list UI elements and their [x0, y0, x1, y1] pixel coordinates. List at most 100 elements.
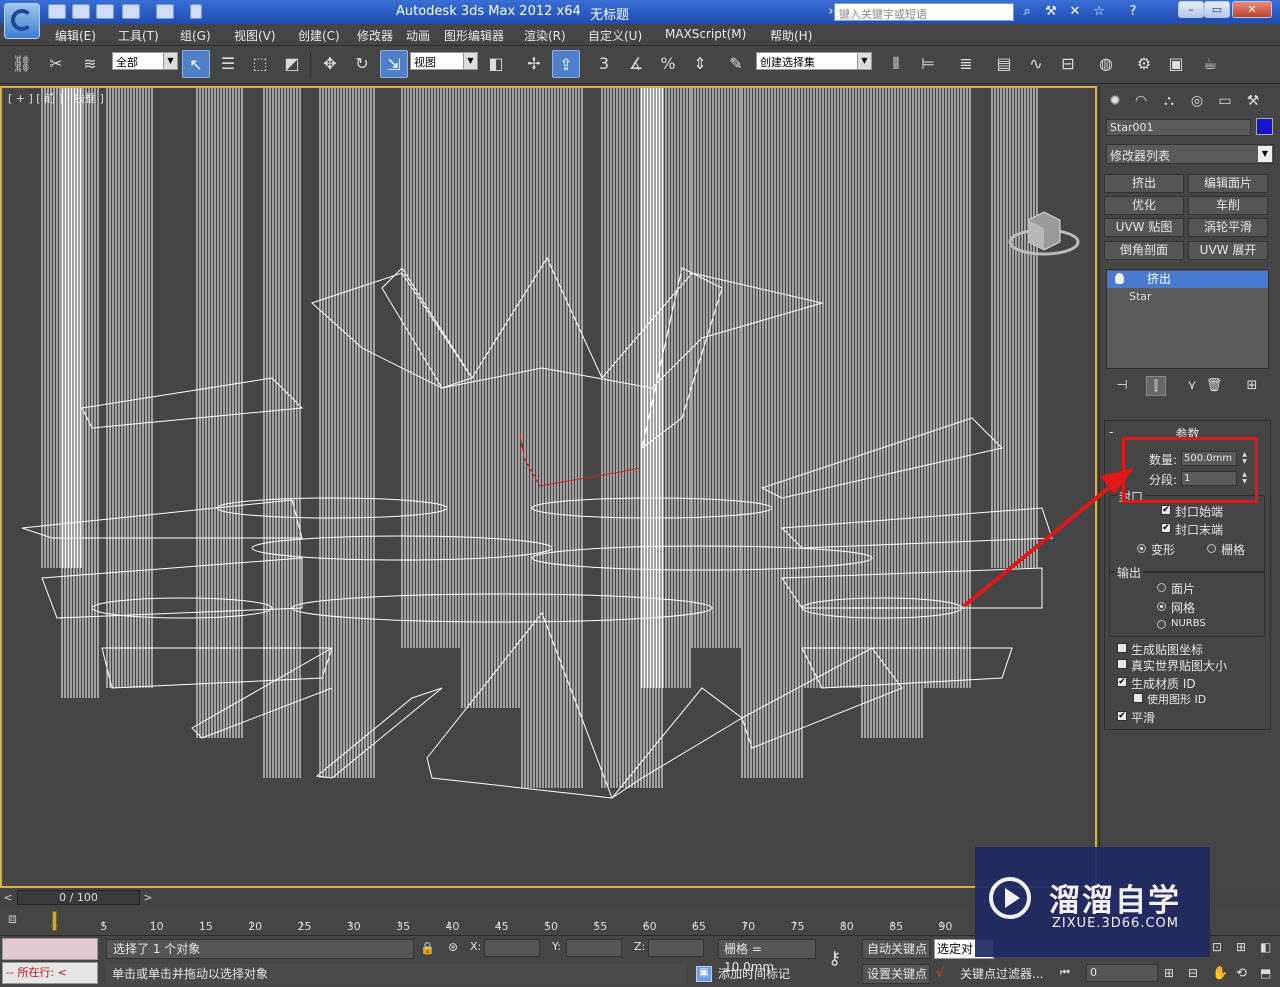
maximize-button[interactable]: ▭	[1204, 1, 1230, 18]
rotate-icon[interactable]: ↻	[348, 50, 376, 78]
object-name-field[interactable]: Star001	[1106, 119, 1251, 136]
modifier-button-extrude[interactable]: 挤出	[1104, 174, 1184, 193]
show-end-result-icon[interactable]: ⫿	[1146, 376, 1166, 396]
window-crossing-icon[interactable]: ◩	[278, 50, 306, 78]
absolute-mode-icon[interactable]: ⊛	[448, 940, 464, 956]
slider-prev-arrow-icon[interactable]: <	[0, 889, 16, 906]
minimize-button[interactable]: –	[1178, 1, 1204, 18]
communication-icon[interactable]: ✕	[1066, 4, 1084, 20]
current-frame-marker[interactable]	[52, 911, 57, 931]
set-key-button[interactable]: 设置关键点	[862, 964, 930, 984]
layer-manager-icon[interactable]: ≣	[952, 50, 980, 78]
selection-filter-dropdown[interactable]: 全部 ▼	[112, 52, 178, 70]
remove-modifier-icon[interactable]: 🗑	[1204, 376, 1224, 396]
modifier-list-dropdown[interactable]: 修改器列表 ▼	[1106, 144, 1274, 164]
pin-stack-icon[interactable]: ⊣	[1112, 376, 1132, 396]
current-frame-field[interactable]: 0	[1086, 964, 1158, 982]
menu-group[interactable]: 组(G)	[180, 27, 211, 44]
menu-tools[interactable]: 工具(T)	[118, 27, 159, 44]
select-manipulate-icon[interactable]: ✢	[520, 50, 548, 78]
modifier-button-optimize[interactable]: 优化	[1104, 196, 1184, 215]
configure-sets-icon[interactable]: ⊞	[1242, 376, 1262, 396]
frame-ruler[interactable]: 051015202530354045505560657075808590	[48, 907, 978, 935]
menu-views[interactable]: 视图(V)	[234, 27, 276, 44]
rendered-frame-icon[interactable]: ▣	[1162, 50, 1190, 78]
unlink-icon[interactable]: ✂	[42, 50, 70, 78]
modifier-button-lathe[interactable]: 车削	[1188, 196, 1268, 215]
new-file-icon[interactable]	[48, 4, 66, 19]
app-logo-icon[interactable]	[4, 3, 40, 39]
menu-graph-editors[interactable]: 图形编辑器	[444, 27, 504, 44]
time-config-icon[interactable]: ⊞	[1164, 966, 1180, 982]
x-coordinate-field[interactable]	[484, 939, 540, 957]
grid-radio[interactable]	[1207, 544, 1216, 553]
hierarchy-tab-icon[interactable]: ⛬	[1158, 90, 1180, 112]
utilities-tab-icon[interactable]: ⚒	[1242, 90, 1264, 112]
material-editor-icon[interactable]: ◍	[1092, 50, 1120, 78]
time-slider-handle[interactable]: 0 / 100	[17, 890, 140, 905]
maxscript-running-field[interactable]: -- 所在行: <	[2, 962, 98, 984]
curve-filter-icon[interactable]: √	[936, 966, 956, 982]
zoom-region-icon[interactable]: ⊟	[1188, 966, 1204, 982]
redo-icon[interactable]	[156, 4, 174, 19]
render-setup-icon[interactable]: ⚙	[1130, 50, 1158, 78]
curve-editor-icon[interactable]: ∿	[1022, 50, 1050, 78]
align-icon[interactable]: ⊨	[914, 50, 942, 78]
stack-item-extrude[interactable]: 挤出	[1107, 271, 1268, 288]
bind-space-warp-icon[interactable]: ≋	[76, 50, 104, 78]
menu-help[interactable]: 帮助(H)	[770, 27, 812, 44]
auto-key-button[interactable]: 自动关键点	[862, 939, 930, 959]
close-button[interactable]: ✕	[1232, 1, 1272, 18]
stack-item-star[interactable]: Star	[1129, 290, 1152, 303]
select-by-name-icon[interactable]: ☰	[214, 50, 242, 78]
help-icon[interactable]: ?	[1124, 4, 1142, 20]
set-key-icon[interactable]: ⚷	[828, 948, 856, 970]
slider-next-arrow-icon[interactable]: >	[140, 889, 156, 906]
keyboard-shortcut-override-icon[interactable]: ⇪	[552, 50, 580, 78]
maximize-viewport-icon[interactable]: ⬒	[1260, 966, 1276, 982]
modifier-button-unwrap-uvw[interactable]: UVW 展开	[1188, 241, 1268, 260]
display-tab-icon[interactable]: ▭	[1214, 90, 1236, 112]
reference-coordinate-dropdown[interactable]: 视图 ▼	[410, 52, 478, 70]
modifier-button-turbosmooth[interactable]: 涡轮平滑	[1188, 218, 1268, 237]
nurbs-radio[interactable]	[1157, 620, 1166, 629]
open-file-icon[interactable]	[72, 4, 90, 19]
menu-edit[interactable]: 编辑(E)	[55, 27, 96, 44]
save-file-icon[interactable]	[96, 4, 114, 19]
viewcube-icon[interactable]	[1004, 206, 1084, 266]
menu-modifiers[interactable]: 修改器	[357, 27, 393, 44]
modifier-button-uvw-map[interactable]: UVW 贴图	[1104, 218, 1184, 237]
mirror-icon[interactable]: ⫴	[882, 50, 910, 78]
percent-snap-icon[interactable]: %	[654, 50, 682, 78]
favorites-star-icon[interactable]: ☆	[1090, 4, 1108, 20]
lock-icon[interactable]: 🔒	[420, 941, 435, 955]
move-icon[interactable]: ✥	[316, 50, 344, 78]
pivot-center-icon[interactable]: ◧	[482, 50, 510, 78]
menu-maxscript[interactable]: MAXScript(M)	[665, 27, 746, 41]
maxscript-listener-box[interactable]	[2, 938, 98, 960]
schematic-view-icon[interactable]: ⊟	[1054, 50, 1082, 78]
scale-icon[interactable]: ⇲	[380, 50, 408, 78]
select-object-button[interactable]: ↖	[182, 50, 210, 78]
rectangular-selection-icon[interactable]: ⬚	[246, 50, 274, 78]
menu-create[interactable]: 创建(C)	[298, 27, 340, 44]
zoom-extents-icon[interactable]: ⊡	[1212, 940, 1228, 956]
quick-access-dropdown-icon[interactable]	[190, 4, 202, 19]
subscription-icon[interactable]: ⚒	[1042, 4, 1060, 20]
real-world-checkbox[interactable]	[1117, 659, 1127, 669]
lightbulb-icon[interactable]	[1115, 273, 1124, 284]
graphite-tools-icon[interactable]: ▤	[990, 50, 1018, 78]
cap-start-checkbox[interactable]: ✔	[1161, 505, 1171, 515]
smooth-checkbox[interactable]: ✔	[1117, 711, 1127, 721]
mini-curve-editor-icon[interactable]: ⧈	[8, 911, 36, 931]
time-tag-icon[interactable]: ▣	[696, 966, 712, 982]
create-tab-icon[interactable]: ✹	[1104, 90, 1126, 112]
edit-named-selection-icon[interactable]: ✎	[722, 50, 750, 78]
motion-tab-icon[interactable]: ◎	[1186, 90, 1208, 112]
viewport-label[interactable]: [ + ] [ 前 ] [ 线框 ]	[8, 90, 104, 106]
link-icon[interactable]: ⛓	[8, 50, 36, 78]
z-coordinate-field[interactable]	[648, 939, 704, 957]
patch-radio[interactable]	[1157, 583, 1166, 592]
cap-end-checkbox[interactable]: ✔	[1161, 523, 1171, 533]
undo-icon[interactable]	[122, 4, 140, 19]
